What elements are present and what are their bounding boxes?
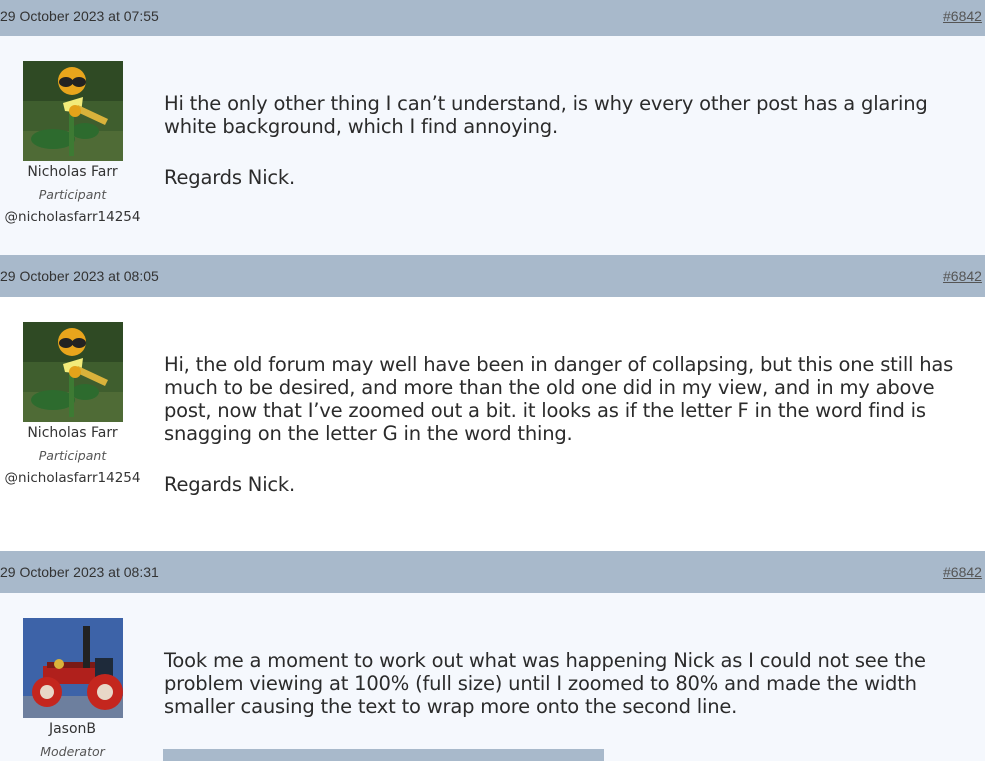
post-content: Hi the only other thing I can’t understa… <box>164 92 984 189</box>
post-permalink[interactable]: #6842 <box>943 8 982 24</box>
post-permalink[interactable]: #6842 <box>943 564 982 580</box>
post-content: Took me a moment to work out what was ha… <box>164 649 984 718</box>
post-header: 29 October 2023 at 08:05 #6842 <box>0 255 985 297</box>
author-name[interactable]: Nicholas Farr <box>0 164 145 180</box>
post-content: Hi, the old forum may well have been in … <box>164 353 984 496</box>
post-body: Nicholas Farr Participant @nicholasfarr1… <box>0 36 985 255</box>
post-body: Nicholas Farr Participant @nicholasfarr1… <box>0 297 985 551</box>
post-body: JasonB Moderator Took me a moment to wor… <box>0 593 985 761</box>
post-paragraph: Hi the only other thing I can’t understa… <box>164 92 928 138</box>
author-name[interactable]: JasonB <box>0 721 145 737</box>
post-paragraph: Regards Nick. <box>164 166 296 189</box>
post-header: 29 October 2023 at 08:31 #6842 <box>0 551 985 593</box>
post-paragraph: Regards Nick. <box>164 473 296 496</box>
sunflower-avatar[interactable] <box>23 61 123 161</box>
author-handle: @nicholasfarr14254 <box>4 209 141 225</box>
post-paragraph: Hi, the old forum may well have been in … <box>164 353 954 445</box>
post-paragraph: Took me a moment to work out what was ha… <box>164 649 926 718</box>
author-role: Participant <box>38 448 107 463</box>
author-role: Moderator <box>40 744 105 759</box>
author-handle: @nicholasfarr14254 <box>4 470 141 486</box>
post-date: 29 October 2023 at 08:05 <box>0 268 159 284</box>
post-date: 29 October 2023 at 07:55 <box>0 8 159 24</box>
sunflower-avatar[interactable] <box>23 322 123 422</box>
post-header: 29 October 2023 at 07:55 #6842 <box>0 0 985 36</box>
post-permalink[interactable]: #6842 <box>943 268 982 284</box>
quote-block <box>163 749 604 761</box>
author-name[interactable]: Nicholas Farr <box>0 425 145 441</box>
traction-engine-avatar[interactable] <box>23 618 123 718</box>
author-role: Participant <box>38 187 107 202</box>
post-date: 29 October 2023 at 08:31 <box>0 564 159 580</box>
